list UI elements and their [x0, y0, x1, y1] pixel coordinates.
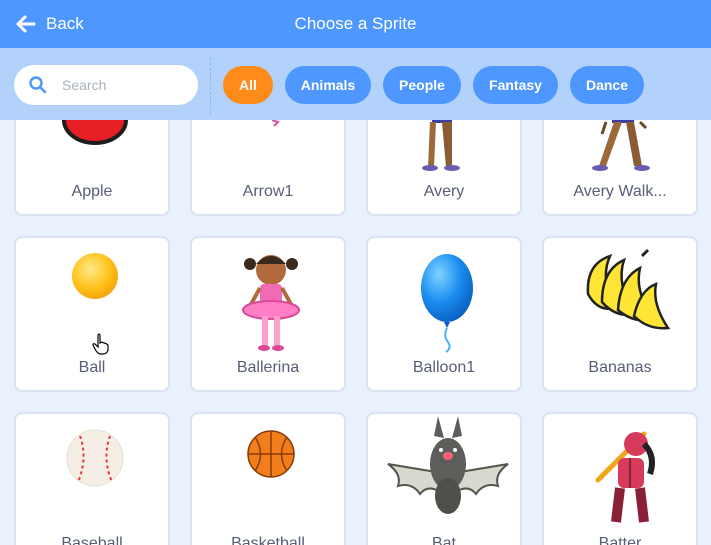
bananas-icon: [586, 248, 671, 330]
sprite-label: Baseball: [61, 535, 123, 545]
filter-divider: [210, 58, 211, 114]
sprite-card-avery-walking[interactable]: Avery Walk...: [542, 120, 698, 216]
filter-bar: All Animals People Fantasy Dance: [0, 48, 711, 120]
balloon-icon: [421, 254, 473, 353]
sprite-label: Bat: [431, 535, 456, 545]
avery-icon: [422, 120, 460, 171]
header-bar: Back Choose a Sprite: [0, 0, 711, 48]
search-box[interactable]: [14, 65, 198, 105]
tag-fantasy[interactable]: Fantasy: [473, 66, 558, 104]
search-input[interactable]: [60, 76, 184, 94]
bat-icon: [387, 416, 509, 514]
page-title: Choose a Sprite: [294, 14, 417, 33]
search-icon: [29, 76, 47, 94]
sprite-label: Batter: [598, 535, 642, 545]
sprite-card-avery[interactable]: Avery: [366, 120, 522, 216]
sprite-label: Basketball: [231, 535, 305, 545]
sprite-card-basketball[interactable]: Basketball: [190, 412, 346, 545]
baseball-icon: [66, 429, 124, 487]
basketball-icon: [247, 430, 295, 478]
sprite-card-bat[interactable]: Bat: [366, 412, 522, 545]
batter-icon: [595, 431, 655, 523]
tag-dance[interactable]: Dance: [570, 66, 644, 104]
sprite-card-ballerina[interactable]: Ballerina: [190, 236, 346, 392]
sprite-card-apple[interactable]: Apple: [14, 120, 170, 216]
sprite-label: Arrow1: [242, 183, 294, 200]
sprite-label: Balloon1: [412, 359, 476, 376]
back-label: Back: [46, 14, 84, 33]
sprite-label: Avery: [423, 183, 465, 200]
sprite-label: Ballerina: [236, 359, 300, 376]
sprite-label: Avery Walk...: [573, 183, 667, 200]
apple-icon: [62, 120, 128, 145]
sprite-card-bananas[interactable]: Bananas: [542, 236, 698, 392]
sprite-card-batter[interactable]: Batter: [542, 412, 698, 545]
sprite-label: Bananas: [588, 359, 652, 376]
sprite-card-balloon1[interactable]: Balloon1: [366, 236, 522, 392]
ballerina-icon: [242, 255, 300, 351]
back-arrow-icon: [16, 15, 36, 33]
arrow-icon: [271, 120, 280, 127]
sprite-label: Ball: [78, 359, 106, 376]
ball-icon: [72, 253, 118, 299]
sprite-grid: Apple Arrow1 Avery Avery Walk... Ball Ba…: [0, 120, 711, 545]
tag-animals[interactable]: Animals: [285, 66, 371, 104]
avery-walking-icon: [592, 120, 650, 171]
back-button[interactable]: Back: [16, 0, 84, 48]
sprite-card-arrow1[interactable]: Arrow1: [190, 120, 346, 216]
sprite-card-ball[interactable]: Ball: [14, 236, 170, 392]
sprite-card-baseball[interactable]: Baseball: [14, 412, 170, 545]
tag-people[interactable]: People: [383, 66, 461, 104]
tag-all[interactable]: All: [223, 66, 273, 104]
sprite-label: Apple: [71, 183, 113, 200]
